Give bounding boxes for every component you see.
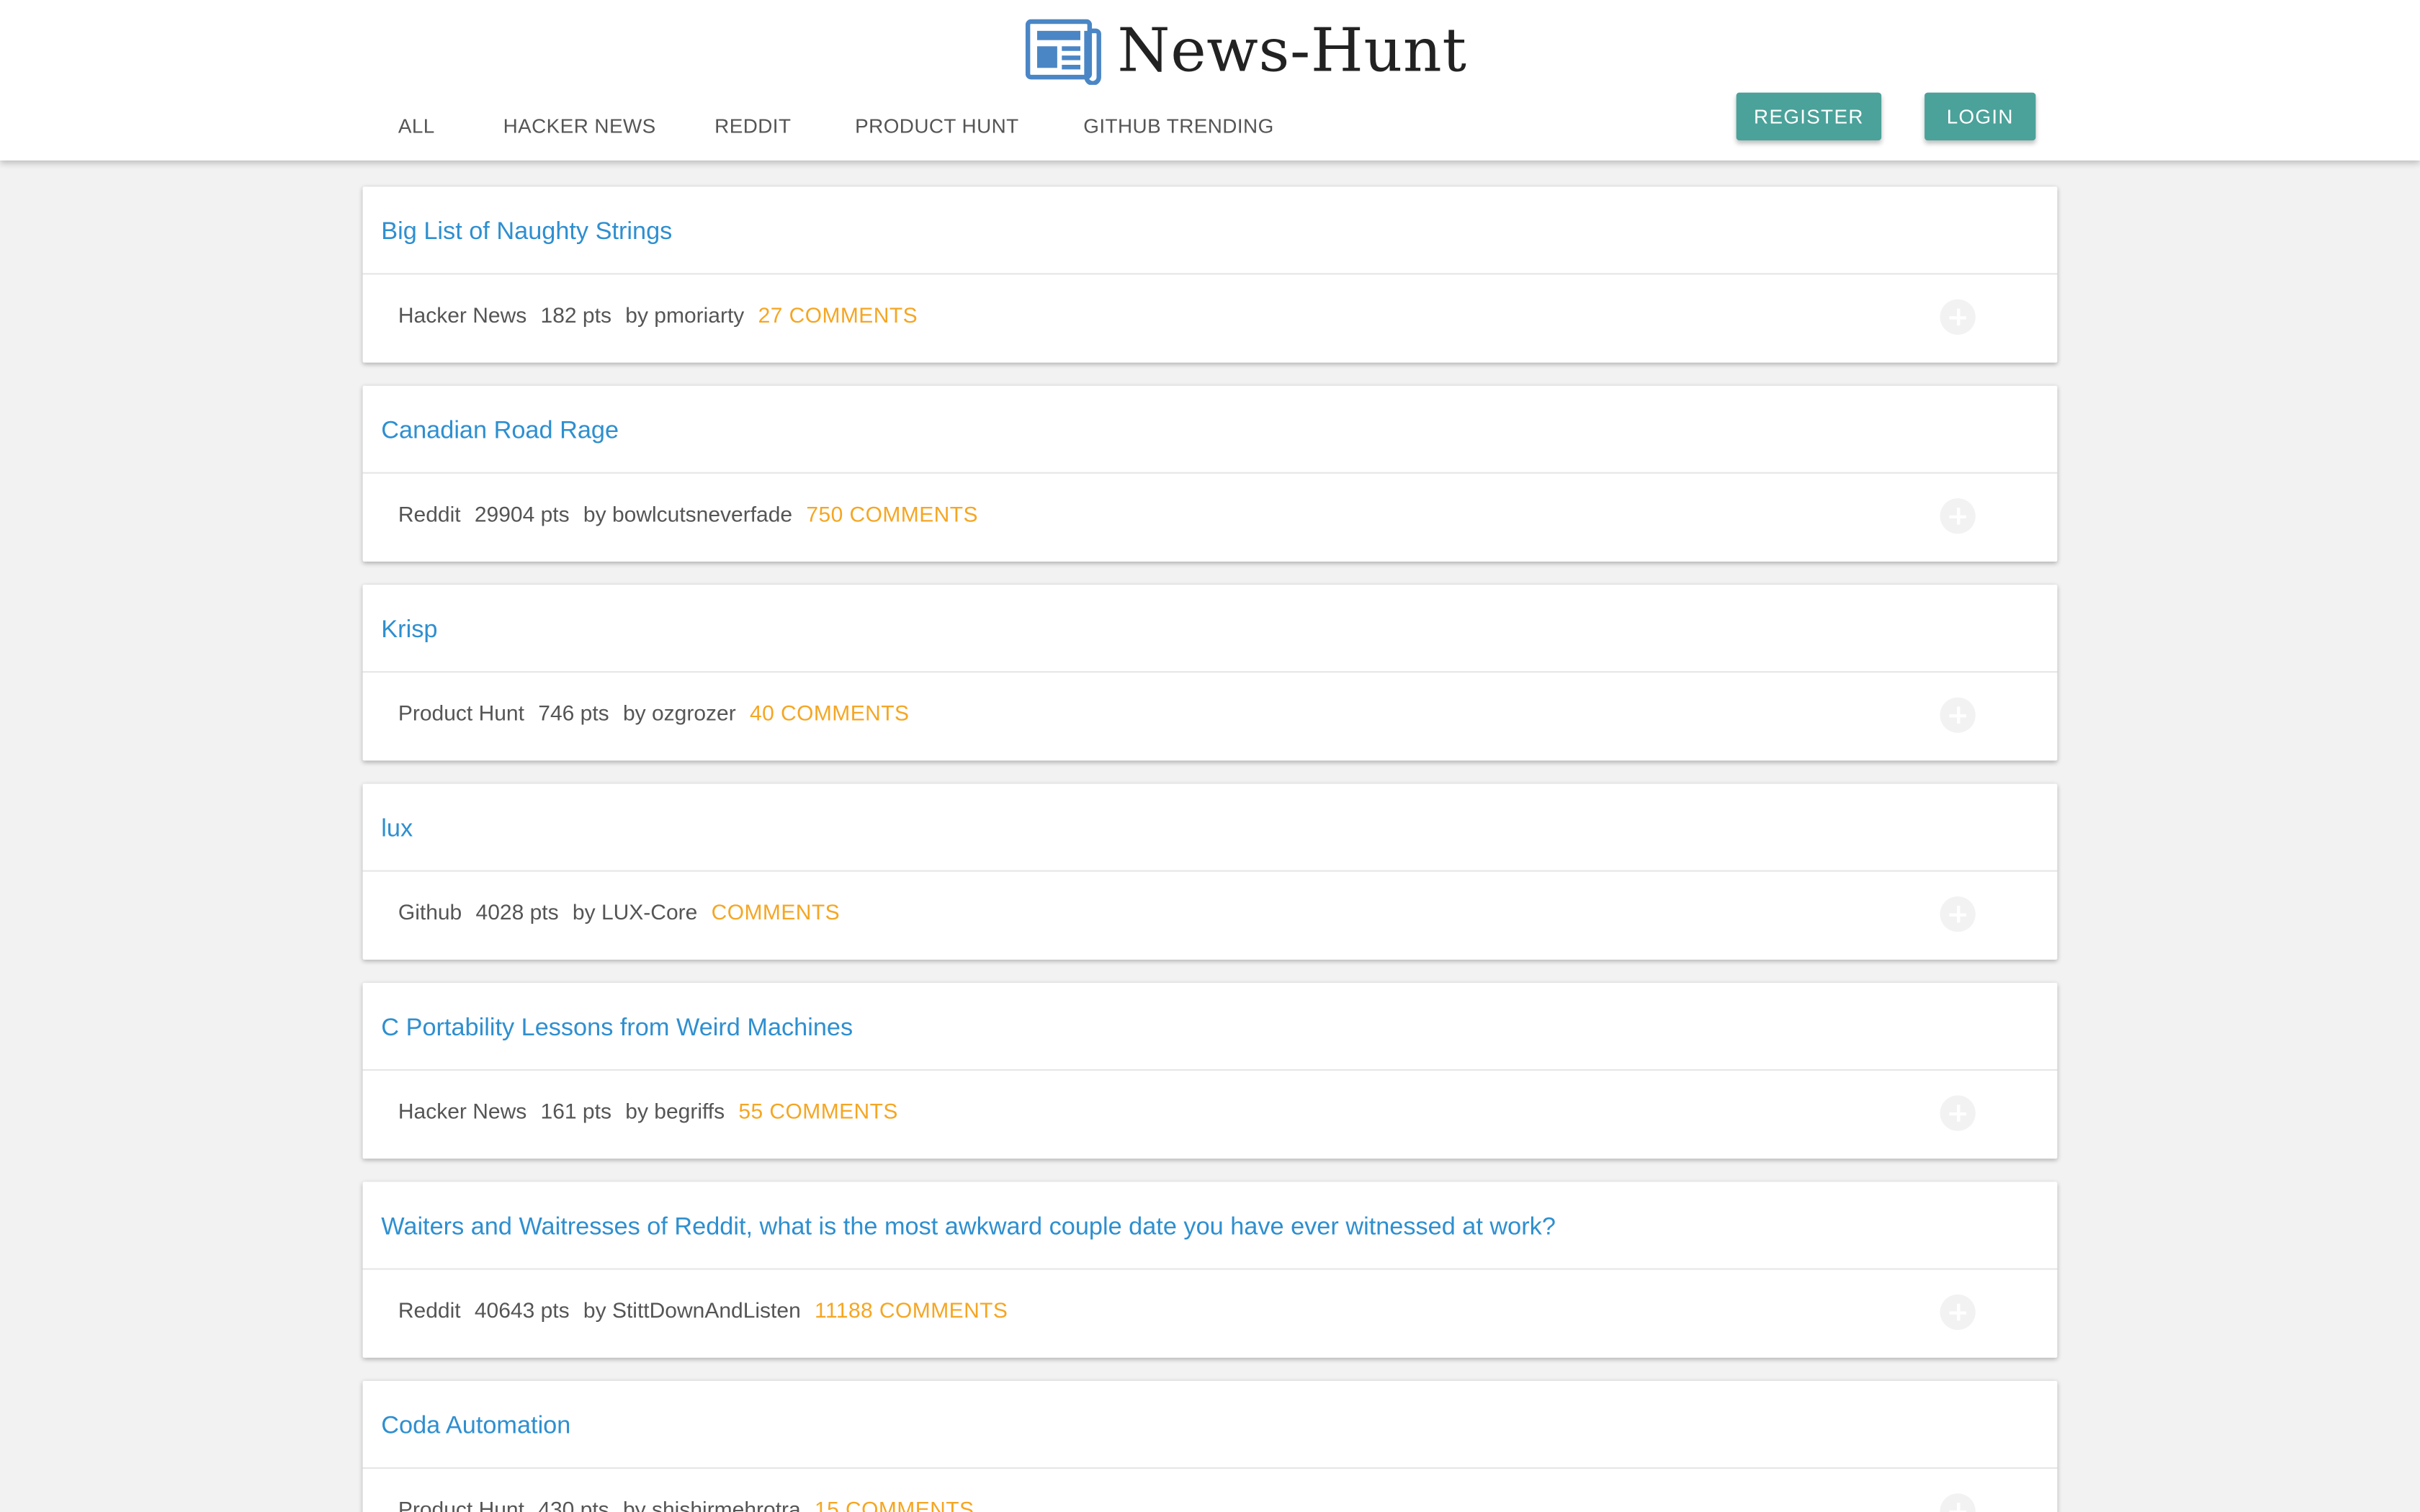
- story-author: by pmoriarty: [625, 302, 745, 328]
- news-card: C Portability Lessons from Weird Machine…: [362, 983, 2058, 1159]
- story-author: by StittDownAndListen: [583, 1297, 801, 1323]
- story-meta: Hacker News 161 pts by begriffs 55 COMMENTS: [398, 1099, 912, 1123]
- nav-item-hacker-news[interactable]: HACKER NEWS: [503, 114, 656, 138]
- story-title-link[interactable]: Waiters and Waitresses of Reddit, what i…: [381, 1214, 1556, 1242]
- story-points: 4028 pts: [475, 899, 559, 924]
- nav-item-product-hunt[interactable]: PRODUCT HUNT: [855, 114, 1019, 138]
- news-card: lux Github 4028 pts by LUX-Core COMMENTS: [362, 783, 2058, 960]
- nav-item-all[interactable]: ALL: [398, 114, 435, 138]
- card-divider: [362, 1467, 2058, 1469]
- story-meta: Product Hunt 746 pts by ozgrozer 40 COMMENT…: [398, 701, 923, 725]
- expand-plus-icon[interactable]: [1940, 299, 1976, 335]
- login-button[interactable]: LOGIN: [1924, 92, 2036, 140]
- story-source: Hacker News: [398, 302, 527, 328]
- story-points: 182 pts: [540, 302, 611, 328]
- story-points: 29904 pts: [474, 501, 570, 526]
- story-source: Reddit: [398, 501, 461, 526]
- story-source: Product Hunt: [398, 700, 524, 726]
- newspaper-icon: [1025, 18, 1101, 84]
- story-points: 40643 pts: [474, 1297, 570, 1323]
- story-points: 430 pts: [538, 1496, 609, 1512]
- nav-item-reddit[interactable]: REDDIT: [714, 114, 791, 138]
- card-divider: [362, 870, 2058, 872]
- register-button[interactable]: REGISTER: [1736, 92, 1882, 140]
- nav-item-github-trending[interactable]: GITHUB TRENDING: [1083, 114, 1273, 138]
- story-title-link[interactable]: Canadian Road Rage: [381, 418, 619, 446]
- story-meta: Github 4028 pts by LUX-Core COMMENTS: [398, 899, 853, 924]
- comments-link[interactable]: 27 COMMENTS: [758, 302, 918, 327]
- card-divider: [362, 472, 2058, 474]
- comments-link[interactable]: 15 COMMENTS: [815, 1497, 974, 1512]
- expand-plus-icon[interactable]: [1940, 1294, 1976, 1331]
- brand-name: News-Hunt: [1117, 16, 1467, 86]
- card-divider: [362, 1069, 2058, 1071]
- expand-plus-icon[interactable]: [1940, 1095, 1976, 1131]
- story-title-link[interactable]: Big List of Naughty Strings: [381, 219, 672, 247]
- story-title-link[interactable]: lux: [381, 816, 413, 845]
- news-card: Big List of Naughty Strings Hacker News 1…: [362, 186, 2058, 363]
- brand[interactable]: News-Hunt: [1025, 15, 1467, 86]
- story-author: by shishirmehrotra: [622, 1496, 801, 1512]
- news-card: Krisp Product Hunt 746 pts by ozgrozer 40 C…: [362, 585, 2058, 761]
- story-meta: Hacker News 182 pts by pmoriarty 27 COMMENT…: [398, 302, 931, 327]
- story-author: by LUX-Core: [572, 899, 698, 924]
- story-title-link[interactable]: Coda Automation: [381, 1413, 570, 1441]
- comments-link[interactable]: 11188 COMMENTS: [815, 1297, 1008, 1322]
- story-source: Hacker News: [398, 1098, 527, 1123]
- comments-link[interactable]: 40 COMMENTS: [750, 701, 909, 725]
- story-meta: Reddit 29904 pts by bowlcutsneverfade 750 C…: [398, 501, 992, 526]
- comments-link[interactable]: COMMENTS: [712, 899, 840, 924]
- news-card: Waiters and Waitresses of Reddit, what i…: [362, 1182, 2058, 1358]
- story-meta: Reddit 40643 pts by StittDownAndListen 1118…: [398, 1297, 1022, 1322]
- story-author: by begriffs: [625, 1098, 725, 1123]
- story-author: by bowlcutsneverfade: [583, 501, 793, 526]
- news-card: Coda Automation Product Hunt 430 pts by sh…: [362, 1380, 2058, 1512]
- expand-plus-icon[interactable]: [1940, 896, 1976, 932]
- story-title-link[interactable]: Krisp: [381, 617, 437, 645]
- app-header: News-Hunt ALL HACKER NEWS REDDIT PRODUCT…: [0, 0, 2420, 161]
- card-divider: [362, 273, 2058, 275]
- expand-plus-icon[interactable]: [1940, 498, 1976, 534]
- story-points: 161 pts: [540, 1098, 611, 1123]
- expand-plus-icon[interactable]: [1940, 697, 1976, 733]
- story-source: Github: [398, 899, 462, 924]
- story-points: 746 pts: [538, 700, 609, 726]
- story-title-link[interactable]: C Portability Lessons from Weird Machine…: [381, 1015, 853, 1043]
- story-meta: Product Hunt 430 pts by shishirmehrotra 15 …: [398, 1497, 988, 1512]
- card-divider: [362, 671, 2058, 673]
- expand-plus-icon[interactable]: [1940, 1493, 1976, 1512]
- comments-link[interactable]: 55 COMMENTS: [738, 1099, 897, 1123]
- story-author: by ozgrozer: [622, 700, 736, 726]
- story-source: Reddit: [398, 1297, 461, 1323]
- news-card: Canadian Road Rage Reddit 29904 pts by bow…: [362, 385, 2058, 562]
- comments-link[interactable]: 750 COMMENTS: [806, 501, 978, 526]
- story-source: Product Hunt: [398, 1496, 524, 1512]
- card-divider: [362, 1268, 2058, 1270]
